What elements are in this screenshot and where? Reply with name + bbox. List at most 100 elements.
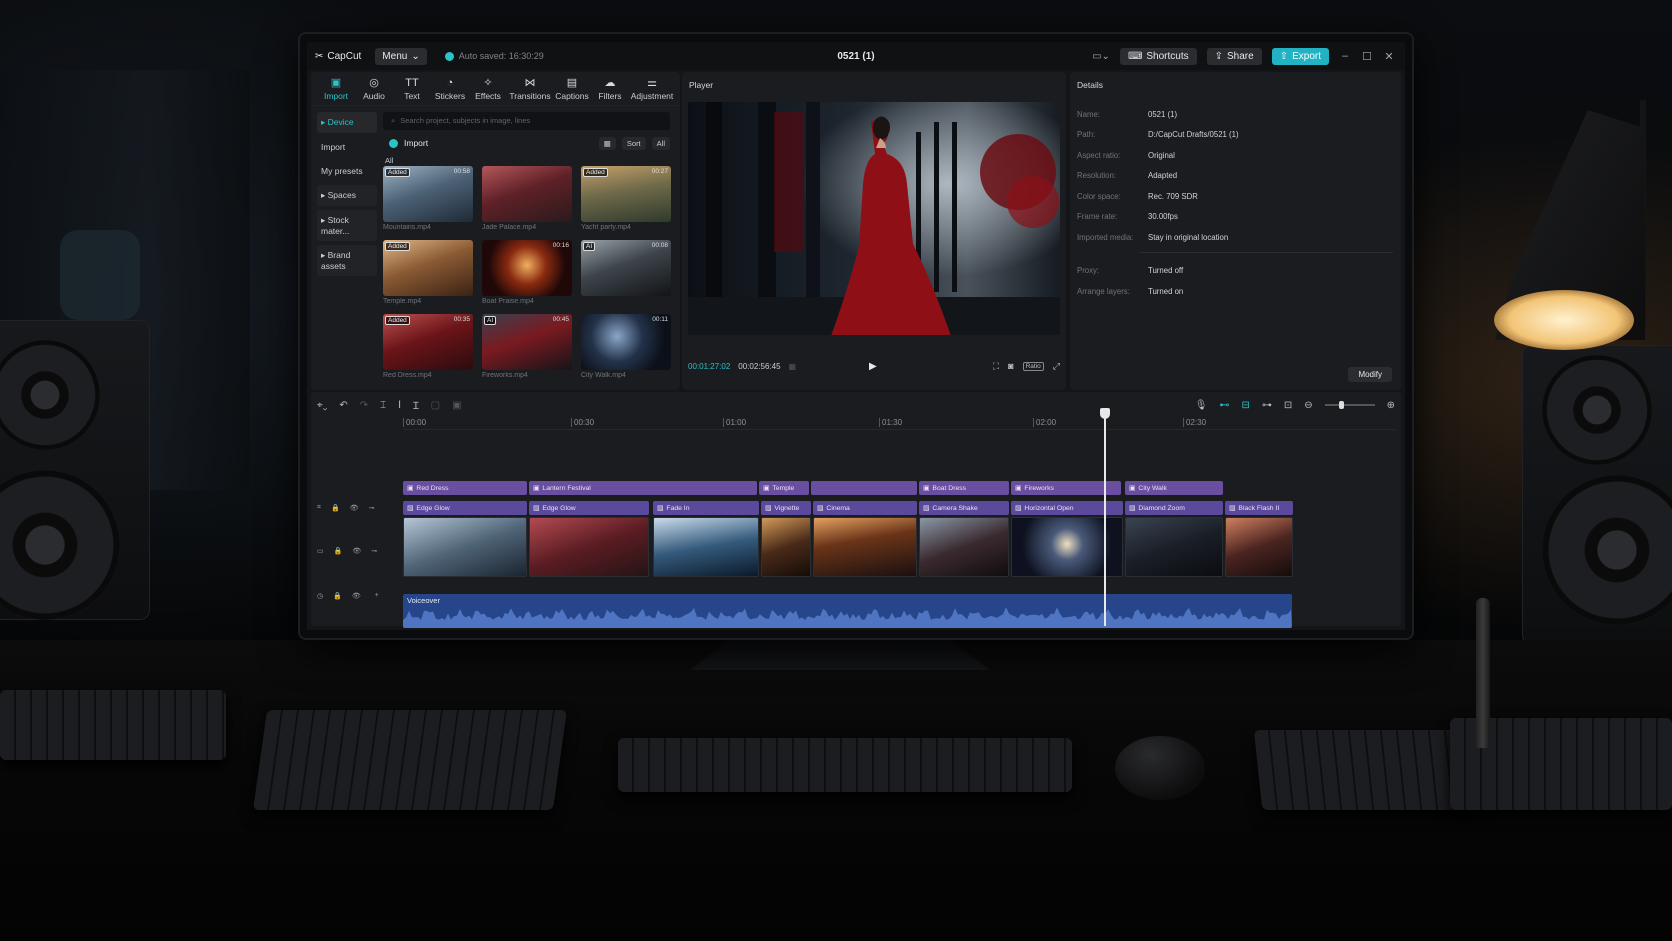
text-clip[interactable]: [811, 481, 917, 495]
close-icon[interactable]: ✕: [1383, 50, 1395, 63]
shortcuts-button[interactable]: ⌨ Shortcuts: [1119, 47, 1197, 65]
media-item[interactable]: Added Temple.mp4: [383, 240, 473, 314]
sidebar-item[interactable]: ▸ Stock mater...: [317, 210, 377, 241]
timecode-grid-icon[interactable]: ▦: [789, 362, 797, 371]
media-item[interactable]: AI 00:08: [581, 240, 671, 314]
zoom-fit-icon[interactable]: ⊕: [1387, 400, 1395, 411]
lock-icon[interactable]: 🔒: [334, 547, 343, 555]
sidebar-item[interactable]: My presets: [317, 161, 377, 181]
add-track-icon[interactable]: +: [375, 592, 379, 600]
zoom-out-icon[interactable]: ⊖: [1304, 400, 1312, 411]
microphone-icon[interactable]: 🎙: [1195, 400, 1208, 411]
link-clips-icon[interactable]: ⊷: [1219, 400, 1229, 411]
split-right-icon[interactable]: Ɪ: [413, 398, 419, 412]
sidebar-item[interactable]: Import: [317, 137, 377, 157]
tab-stickers[interactable]: ◔ Stickers: [431, 72, 469, 105]
media-item[interactable]: Added 00:58 Mountains.mp4: [383, 166, 473, 240]
eye-icon[interactable]: 👁: [350, 504, 359, 512]
media-item[interactable]: 00:11 City Walk.mp4: [581, 314, 671, 388]
tab-import[interactable]: ▣ Import: [317, 72, 355, 105]
preview-axis-icon[interactable]: ⊡: [1284, 400, 1292, 411]
media-item[interactable]: AI 00:45 Fireworks.mp4: [482, 314, 572, 388]
magnet-icon[interactable]: ⊟: [1241, 400, 1249, 411]
sort-button[interactable]: Sort: [621, 136, 646, 150]
undo-icon[interactable]: ↶: [339, 400, 347, 411]
tab-audio[interactable]: ◎ Audio: [355, 72, 393, 105]
effect-clip[interactable]: ▨ Cinema: [813, 501, 917, 515]
text-clip[interactable]: ▣ City Walk: [1125, 481, 1223, 495]
search-input[interactable]: ⌕ Search project, subjects in image, lin…: [383, 112, 670, 130]
effect-clip[interactable]: ▨ Diamond Zoom: [1125, 501, 1223, 515]
lock-icon[interactable]: 🔒: [331, 504, 340, 512]
linkage-icon[interactable]: ⊶: [1262, 400, 1272, 411]
fullscreen-icon[interactable]: ⤢: [1053, 361, 1060, 372]
modify-button[interactable]: Modify: [1348, 367, 1392, 382]
eye-icon[interactable]: 👁: [352, 547, 361, 555]
menu-button[interactable]: Menu ⌄: [375, 47, 427, 65]
tab-transitions[interactable]: ⋈ Transitions: [507, 72, 553, 105]
fit-icon[interactable]: ⛶: [993, 361, 999, 372]
sidebar-item[interactable]: ▸ Device: [317, 112, 377, 133]
video-clip[interactable]: [529, 517, 649, 577]
lock-icon[interactable]: 🔒: [333, 592, 342, 600]
effect-clip[interactable]: ▨ Edge Glow: [529, 501, 649, 515]
layout-icon[interactable]: ▭⌄: [1092, 51, 1110, 62]
track-audio-icon[interactable]: ◷: [317, 592, 323, 600]
effect-clip[interactable]: ▨ Edge Glow: [403, 501, 527, 515]
mute-icon[interactable]: ⊸: [369, 504, 375, 512]
tab-filters[interactable]: ☁ Filters: [591, 72, 629, 105]
track-layer-icon[interactable]: ⌗: [317, 504, 321, 512]
video-clip[interactable]: [1225, 517, 1293, 577]
sidebar-item[interactable]: ▸ Brand assets: [317, 245, 377, 276]
media-item[interactable]: Added 00:35 Red Dress.mp4: [383, 314, 473, 388]
timeline-ruler[interactable]: 00:00 00:30 01:00 01:30 02:00 02:30: [403, 416, 1395, 430]
voiceover-clip[interactable]: Voiceover: [403, 594, 1292, 628]
filter-button[interactable]: All: [651, 136, 670, 150]
media-item[interactable]: 00:16 Boat Praise.mp4: [482, 240, 572, 314]
tab-text[interactable]: TT Text: [393, 72, 431, 105]
sidebar-item[interactable]: ▸ Spaces: [317, 185, 377, 206]
text-clip[interactable]: ▣ Lantern Festival: [529, 481, 757, 495]
eye-icon[interactable]: 👁: [352, 592, 361, 600]
effect-clip[interactable]: ▨ Vignette: [761, 501, 811, 515]
crop-icon[interactable]: ▣: [452, 400, 461, 411]
minimize-icon[interactable]: –: [1339, 50, 1351, 62]
export-button[interactable]: ⇧ Export: [1271, 47, 1329, 65]
maximize-icon[interactable]: ☐: [1361, 50, 1373, 63]
playhead[interactable]: [1100, 408, 1110, 626]
split-left-icon[interactable]: Ⅰ: [398, 400, 401, 411]
ratio-button[interactable]: Ratio: [1022, 361, 1044, 371]
effect-clip[interactable]: ▨ Fade In: [653, 501, 759, 515]
import-button[interactable]: Import: [383, 138, 428, 148]
mute-icon[interactable]: ⊸: [371, 547, 377, 555]
effect-clip[interactable]: ▨ Horizontal Open: [1011, 501, 1123, 515]
tab-effects[interactable]: ✧ Effects: [469, 72, 507, 105]
effect-clip[interactable]: ▨ Black Flash II: [1225, 501, 1293, 515]
video-clip[interactable]: [761, 517, 811, 577]
play-icon[interactable]: ▶: [869, 361, 877, 372]
media-item[interactable]: Jade Palace.mp4: [482, 166, 572, 240]
split-icon[interactable]: ⌶: [380, 400, 386, 411]
text-clip[interactable]: ▣ Boat Dress: [919, 481, 1009, 495]
player-preview[interactable]: [688, 102, 1060, 335]
effect-clip[interactable]: ▨ Camera Shake: [919, 501, 1009, 515]
video-clip[interactable]: [1011, 517, 1123, 577]
track-video-icon[interactable]: ▭: [317, 547, 324, 555]
video-clip[interactable]: [403, 517, 527, 577]
text-clip[interactable]: ▣ Red Dress: [403, 481, 527, 495]
video-clip[interactable]: [919, 517, 1009, 577]
video-clip[interactable]: [813, 517, 917, 577]
snapshot-icon[interactable]: ◙: [1008, 361, 1013, 371]
video-clip[interactable]: [653, 517, 759, 577]
redo-icon[interactable]: ↷: [360, 400, 368, 411]
select-tool-icon[interactable]: ⌖⌄: [317, 400, 327, 411]
tab-captions[interactable]: ▤ Captions: [553, 72, 591, 105]
text-clip[interactable]: ▣ Temple: [759, 481, 809, 495]
zoom-slider[interactable]: [1324, 401, 1375, 409]
tab-adjustment[interactable]: ⚌ Adjustment: [629, 72, 675, 105]
delete-icon[interactable]: ▢: [431, 400, 440, 411]
view-toggle-button[interactable]: ▦: [598, 136, 616, 150]
share-button[interactable]: ⇪ Share: [1206, 47, 1262, 65]
video-clip[interactable]: [1125, 517, 1223, 577]
media-item[interactable]: Added 00:27 Yacht party.mp4: [581, 166, 671, 240]
